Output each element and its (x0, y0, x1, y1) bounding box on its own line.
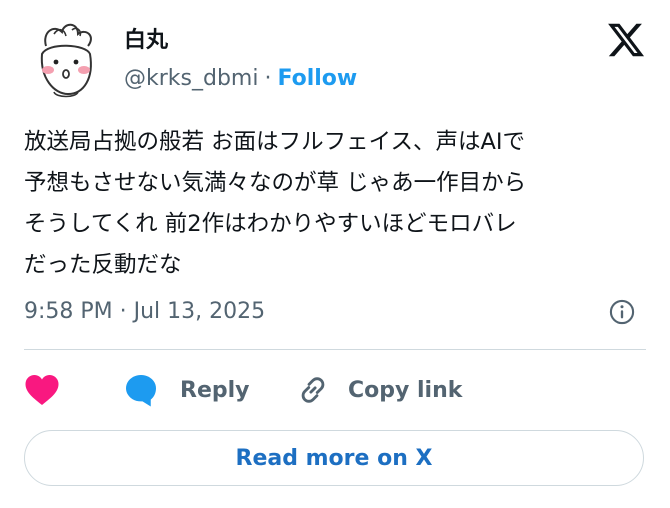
tweet-text-line: 放送局占拠の般若 お面はフルフェイス、声はAIで (24, 129, 526, 155)
tweet-text-line: 予想もさせない気満々なのが草 じゃあ一作目から (24, 170, 527, 196)
tweet-text: 放送局占拠の般若 お面はフルフェイス、声はAIで 予想もさせない気満々なのが草 … (24, 122, 648, 286)
read-more-label: Read more on X (235, 445, 433, 471)
author-handle[interactable]: @krks_dbmi (124, 66, 258, 91)
follow-button[interactable]: Follow (277, 66, 357, 91)
reply-button[interactable]: Reply (122, 370, 250, 410)
tweet-text-line: そうしてくれ 前2作はわかりやすいほどモロバレ (24, 211, 517, 237)
divider (24, 349, 646, 350)
separator-dot: · (264, 66, 272, 91)
link-icon (301, 377, 325, 403)
copy-link-label: Copy link (348, 377, 463, 403)
timestamp[interactable]: 9:58 PM · Jul 13, 2025 (24, 296, 265, 328)
avatar[interactable] (24, 18, 108, 102)
heart-icon (25, 375, 59, 405)
avatar-illustration (24, 18, 108, 102)
like-button[interactable] (24, 370, 60, 410)
tweet-embed-card: 白丸 @krks_dbmi · Follow 放送局占拠の般若 お面はフルフェイス、… (0, 0, 670, 508)
x-logo-icon[interactable] (606, 20, 646, 60)
author-name[interactable]: 白丸 (124, 26, 168, 56)
read-more-button[interactable]: Read more on X (24, 430, 644, 486)
tweet-text-line: だった反動だな (24, 252, 182, 278)
tweet-meta: 9:58 PM · Jul 13, 2025 (24, 296, 646, 330)
action-bar: Reply Copy link (24, 370, 646, 410)
reply-label: Reply (180, 377, 250, 403)
copy-link-button[interactable]: Copy link (296, 370, 462, 410)
info-icon[interactable] (608, 298, 636, 326)
speech-bubble-icon (126, 375, 156, 407)
tweet-header: 白丸 @krks_dbmi · Follow (24, 18, 646, 108)
author-handle-line: @krks_dbmi · Follow (124, 64, 357, 94)
